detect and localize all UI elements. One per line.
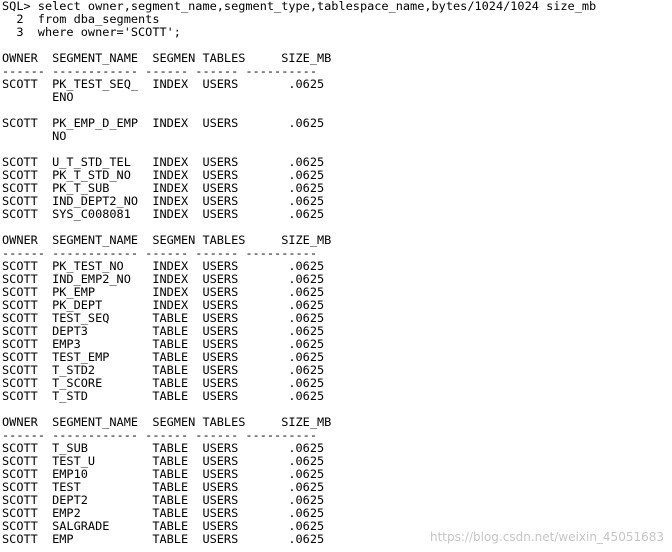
sqlplus-output: SQL> select owner,segment_name,segment_t… bbox=[2, 0, 670, 552]
result-row: SCOTT SYS_C008081 INDEX USERS .0625 bbox=[2, 207, 325, 221]
query-line: 3 where owner='SCOTT'; bbox=[2, 25, 181, 39]
result-row-continuation: NO bbox=[2, 129, 67, 143]
watermark-text: https://blog.csdn.net/weixin_45051683 bbox=[429, 530, 664, 544]
result-row: SCOTT PK_EMP_D_EMP INDEX USERS .0625 bbox=[2, 116, 325, 130]
result-row-continuation: ENO bbox=[2, 90, 74, 104]
result-row: SCOTT T_STD TABLE USERS .0625 bbox=[2, 389, 325, 403]
result-row: SCOTT PK_TEST_SEQ_ INDEX USERS .0625 bbox=[2, 77, 325, 91]
